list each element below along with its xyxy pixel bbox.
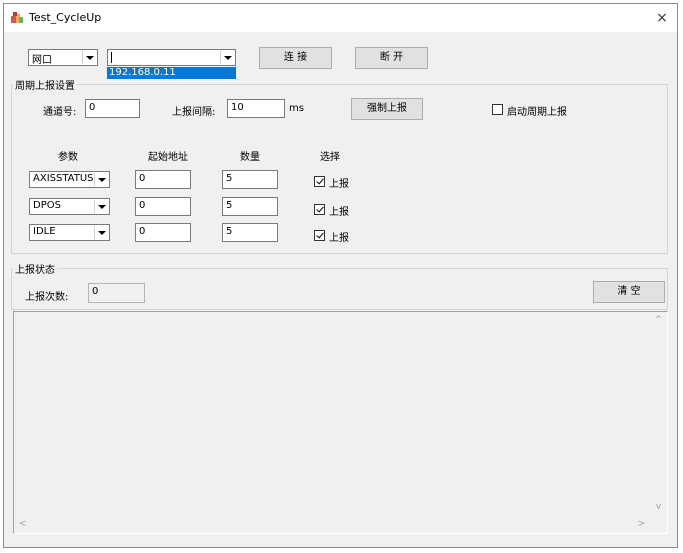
clear-button[interactable]: 清 空 [593, 281, 665, 303]
scroll-up-icon[interactable]: ^ [650, 312, 667, 329]
header-param: 参数 [58, 152, 78, 163]
start-address-input[interactable]: 0 [135, 197, 191, 216]
count-input[interactable]: 5 [222, 223, 278, 242]
header-count: 数量 [240, 152, 260, 163]
report-checkbox[interactable] [314, 230, 325, 241]
interval-label: 上报间隔: [172, 107, 216, 118]
enable-cycle-label: 启动周期上报 [507, 107, 567, 118]
report-checkbox[interactable] [314, 204, 325, 215]
chevron-down-icon[interactable] [94, 173, 108, 186]
main-window: Test_CycleUp × 网口 192.168.0.11 连 接 断 开 周… [3, 3, 678, 548]
param-select[interactable]: DPOS [29, 198, 110, 215]
param-select[interactable]: AXISSTATUS [29, 171, 110, 188]
ip-address-select[interactable] [107, 49, 236, 66]
enable-cycle-checkbox[interactable] [492, 104, 503, 115]
interval-input[interactable]: 10 [227, 99, 285, 118]
chevron-down-icon[interactable] [220, 51, 234, 64]
disconnect-button[interactable]: 断 开 [355, 47, 428, 69]
report-count-label: 上报次数: [25, 292, 69, 303]
report-checkbox-label: 上报 [329, 233, 349, 244]
start-address-input[interactable]: 0 [135, 170, 191, 189]
channel-label: 通道号: [43, 107, 77, 118]
ip-dropdown-item[interactable]: 192.168.0.11 [107, 67, 236, 79]
report-count-field: 0 [88, 283, 145, 303]
header-select: 选择 [320, 152, 340, 163]
report-checkbox-label: 上报 [329, 179, 349, 190]
force-report-button[interactable]: 强制上报 [351, 98, 423, 120]
channel-input[interactable]: 0 [85, 99, 140, 118]
report-checkbox-label: 上报 [329, 207, 349, 218]
output-textarea[interactable]: ^ v < > [13, 311, 668, 534]
text-caret [111, 52, 112, 63]
chevron-down-icon[interactable] [82, 51, 96, 64]
chevron-down-icon[interactable] [94, 226, 108, 239]
connection-type-select[interactable]: 网口 [28, 49, 98, 66]
vertical-scrollbar[interactable]: ^ v [650, 312, 667, 516]
connection-type-value: 网口 [32, 55, 52, 66]
status-group-title: 上报状态 [13, 261, 57, 276]
interval-unit: ms [289, 103, 304, 114]
title-bar: Test_CycleUp × [4, 4, 677, 32]
count-input[interactable]: 5 [222, 197, 278, 216]
report-checkbox[interactable] [314, 176, 325, 187]
scroll-down-icon[interactable]: v [650, 499, 667, 516]
count-input[interactable]: 5 [222, 170, 278, 189]
header-start-address: 起始地址 [148, 152, 188, 163]
connect-button[interactable]: 连 接 [259, 47, 332, 69]
scroll-left-icon[interactable]: < [14, 516, 31, 533]
horizontal-scrollbar[interactable]: < > [14, 516, 650, 533]
param-select[interactable]: IDLE [29, 224, 110, 241]
cycle-settings-title: 周期上报设置 [13, 77, 77, 92]
chevron-down-icon[interactable] [94, 200, 108, 213]
app-icon [11, 12, 23, 23]
window-title: Test_CycleUp [29, 11, 102, 24]
start-address-input[interactable]: 0 [135, 223, 191, 242]
scroll-right-icon[interactable]: > [633, 516, 650, 533]
close-button[interactable]: × [651, 7, 673, 29]
